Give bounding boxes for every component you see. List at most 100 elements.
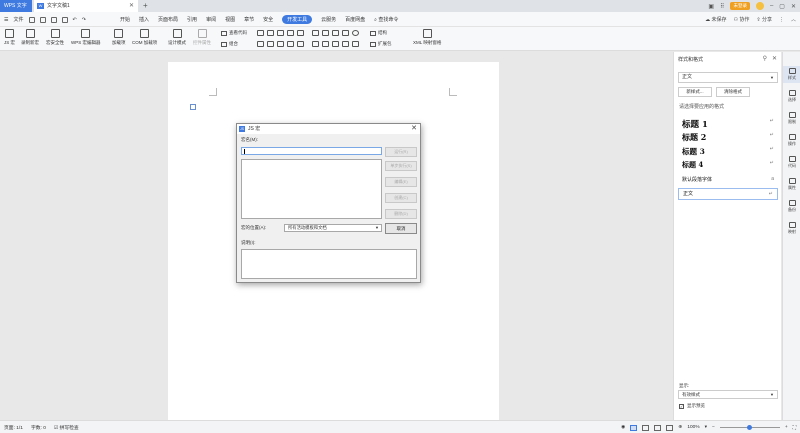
record-macro-button[interactable]: 录制新宏 [21, 29, 39, 46]
expand-pack-button[interactable]: 扩展包 [370, 41, 392, 47]
clear-format-button[interactable]: 清除格式 [716, 87, 750, 97]
zoom-level[interactable]: 100% [687, 425, 699, 430]
panel-close-icon[interactable]: ✕ [772, 55, 777, 62]
textbox-control-icon[interactable] [322, 30, 329, 36]
macro-list[interactable] [241, 159, 382, 219]
sidebar-item-mapping[interactable]: 映射 [783, 222, 800, 235]
tab-security[interactable]: 安全 [263, 16, 273, 23]
tab-view[interactable]: 视图 [225, 16, 235, 23]
grid-icon[interactable]: ⠿ [720, 3, 724, 10]
text-control-icon[interactable] [312, 41, 319, 47]
macro-security-button[interactable]: 宏安全性 [46, 29, 64, 46]
plain-text-control-icon[interactable] [267, 30, 274, 36]
zoom-slider-knob[interactable] [747, 425, 753, 430]
pin-icon[interactable]: ⚲ [763, 55, 767, 62]
picture-control-icon[interactable] [277, 30, 284, 36]
tab-baidu-drive[interactable]: 百度网盘 [345, 16, 365, 23]
dialog-close-icon[interactable]: ✕ [411, 124, 417, 134]
style-heading-3[interactable]: 标题 3 ↵ [678, 146, 778, 157]
document-tab[interactable]: W 文字文稿1 ✕ [34, 0, 138, 12]
save-icon[interactable] [28, 16, 35, 23]
globe-icon[interactable]: ⊕ [678, 425, 682, 430]
sidebar-item-properties[interactable]: 属性 [783, 178, 800, 191]
style-heading-4[interactable]: 标题 4 ↵ [678, 160, 778, 170]
read-view-icon[interactable] [654, 424, 662, 431]
collab-button[interactable]: ⚇ 协作 [733, 16, 749, 23]
style-heading-1[interactable]: 标题 1 ↵ [678, 118, 778, 130]
outline-view-icon[interactable] [642, 424, 650, 431]
date-picker-icon[interactable] [277, 41, 284, 47]
toggle-control-icon[interactable] [352, 41, 359, 47]
tab-insert[interactable]: 插入 [139, 16, 149, 23]
design-mode-button[interactable]: 设计模式 [168, 29, 186, 46]
gallery-control-icon[interactable] [287, 30, 294, 36]
edit-button[interactable]: 编辑(E) [385, 177, 417, 187]
web-view-icon[interactable] [666, 424, 674, 431]
sidebar-item-backup[interactable]: 备份 [783, 200, 800, 213]
export-icon[interactable] [39, 16, 46, 23]
control-props-button[interactable]: 控件属性 [193, 29, 211, 46]
layout-icon[interactable]: ▣ [708, 3, 714, 10]
image-control-icon[interactable] [342, 41, 349, 47]
list-control-icon[interactable] [342, 30, 349, 36]
js-macro-button[interactable]: JS 宏 [4, 29, 15, 46]
redo-icon[interactable]: ↷ [82, 17, 86, 23]
print-icon[interactable] [50, 16, 57, 23]
maximize-icon[interactable]: ▢ [779, 3, 785, 10]
preview-checkbox[interactable]: ✓ 显示预览 [679, 403, 705, 409]
style-default-font[interactable]: 默认段落字体 a [678, 176, 778, 183]
sidebar-item-select[interactable]: 选择 [783, 90, 800, 103]
word-count[interactable]: 字数: 0 [31, 424, 46, 431]
more-icon[interactable]: ⋮ [779, 17, 784, 23]
wps-home-tab[interactable]: WPS 文字 [0, 0, 32, 12]
close-tab-icon[interactable]: ✕ [129, 0, 134, 12]
preview-icon[interactable] [61, 16, 68, 23]
current-style-select[interactable]: 正文 ▼ [678, 72, 778, 83]
tab-developer[interactable]: 开发工具 [282, 15, 313, 24]
addins-button[interactable]: 加载项 [112, 29, 126, 46]
sidebar-item-restrict[interactable]: 限制 [783, 112, 800, 125]
rich-text-control-icon[interactable] [257, 30, 264, 36]
zoom-slider[interactable] [719, 425, 780, 430]
structure-button[interactable]: 结构 [370, 30, 387, 36]
unsaved-status[interactable]: ☁ 未保存 [705, 16, 726, 23]
legacy-tools-icon[interactable] [297, 41, 304, 47]
zoom-in-icon[interactable]: + [785, 425, 788, 430]
chevron-down-icon[interactable]: ▾ [705, 425, 707, 430]
show-filter-select[interactable]: 有效样式 ▼ [678, 390, 778, 399]
new-tab-button[interactable]: + [143, 0, 148, 12]
login-button[interactable]: 未登录 [730, 2, 750, 10]
undo-icon[interactable]: ↶ [73, 17, 77, 23]
paragraph-marker-icon[interactable] [190, 104, 196, 110]
radio-control-icon[interactable] [352, 30, 359, 36]
combo-box-icon[interactable] [257, 41, 264, 47]
macro-name-input[interactable] [241, 147, 382, 155]
macro-editor-button[interactable]: WPS 宏编辑器 [71, 29, 101, 46]
tab-review[interactable]: 审阅 [206, 16, 216, 23]
button-control-icon[interactable] [322, 41, 329, 47]
close-window-icon[interactable]: ✕ [791, 3, 796, 10]
dropdown-icon[interactable] [267, 41, 274, 47]
tab-cloud[interactable]: 云服务 [321, 16, 336, 23]
collapse-ribbon-icon[interactable]: ︿ [791, 16, 796, 23]
tab-references[interactable]: 引用 [187, 16, 197, 23]
sidebar-item-actions[interactable]: 操作 [783, 134, 800, 147]
zoom-out-icon[interactable]: − [712, 425, 715, 430]
cancel-button[interactable]: 取消 [385, 223, 417, 234]
tab-home[interactable]: 开始 [120, 16, 130, 23]
avatar[interactable] [755, 2, 764, 10]
macro-location-select[interactable]: 所有活动模板和文档 ▼ [284, 224, 382, 232]
step-into-button[interactable]: 单步执行(S) [385, 161, 417, 171]
combine-button[interactable]: 组合 [221, 41, 238, 47]
checkbox-control-icon[interactable] [332, 30, 339, 36]
label-control-icon[interactable] [312, 30, 319, 36]
tab-layout[interactable]: 页面布局 [158, 16, 178, 23]
page-count[interactable]: 页面: 1/1 [4, 424, 23, 431]
hamburger-icon[interactable]: ☰ [4, 17, 8, 23]
delete-button[interactable]: 删除(D) [385, 209, 417, 219]
search-command[interactable]: ⌕ 查找命令 [374, 16, 398, 23]
view-code-button[interactable]: 查看代码 [221, 30, 247, 36]
share-button[interactable]: ⇪ 分享 [756, 16, 772, 23]
spellcheck-toggle[interactable]: ☑ 拼写检查 [54, 424, 79, 431]
tab-sections[interactable]: 章节 [244, 16, 254, 23]
